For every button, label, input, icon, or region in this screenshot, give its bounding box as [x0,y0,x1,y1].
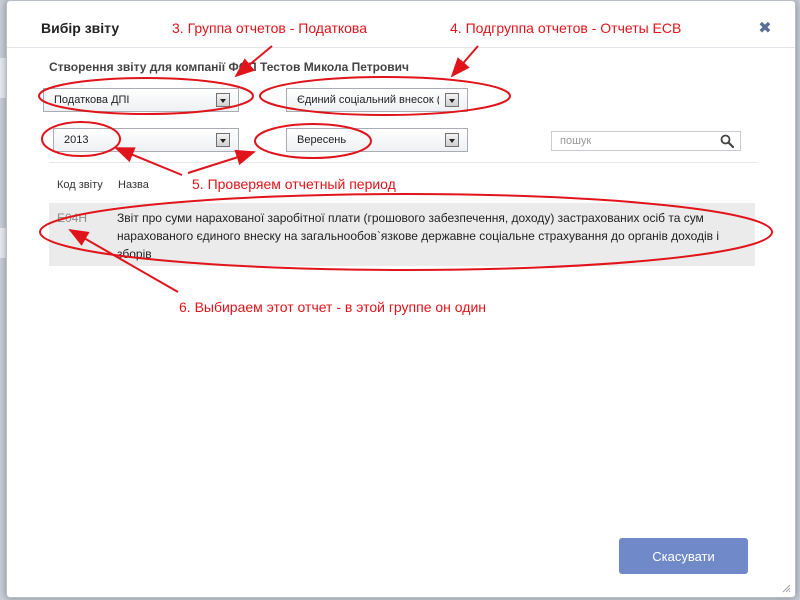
column-header-code: Код звіту [57,179,103,191]
report-code: E04H [57,211,88,225]
report-group-value: Податкова ДПІ [54,94,130,106]
table-row[interactable]: E04H Звіт про суми нарахованої заробітно… [49,203,755,266]
report-subgroup-select[interactable]: Єдиний соціальний внесок (Є [286,88,468,112]
filter-divider [49,162,757,163]
close-icon[interactable]: ✖ [757,21,773,37]
report-subgroup-value: Єдиний соціальний внесок (Є [297,94,439,106]
report-group-select[interactable]: Податкова ДПІ [43,88,239,112]
column-header-name: Назва [118,179,149,191]
annotation-label-group: 3. Группа отчетов - Податкова [172,20,367,36]
chevron-down-icon[interactable] [216,93,230,107]
cancel-button[interactable]: Скасувати [619,538,748,574]
header-divider [7,47,795,48]
chevron-down-icon[interactable] [216,133,230,147]
annotation-label-subgroup: 4. Подгруппа отчетов - Отчеты ЕСВ [450,20,682,36]
search-box[interactable] [551,131,741,151]
annotation-label-report: 6. Выбираем этот отчет - в этой группе о… [179,299,487,315]
annotation-label-period: 5. Проверяем отчетный период [192,176,396,192]
search-icon[interactable] [720,134,734,148]
chevron-down-icon[interactable] [445,93,459,107]
resize-grip-icon[interactable] [781,583,791,593]
year-value: 2013 [64,134,89,146]
company-subtitle: Створення звіту для компанії ФОП Тестов … [49,60,409,74]
dialog-title: Вибір звіту [41,20,120,36]
search-input[interactable] [552,132,712,150]
report-name: Звіт про суми нарахованої заробітної пла… [117,211,720,261]
year-select[interactable]: 2013 [53,128,239,152]
period-select[interactable]: Вересень [286,128,468,152]
chevron-down-icon[interactable] [445,133,459,147]
period-value: Вересень [297,134,347,146]
